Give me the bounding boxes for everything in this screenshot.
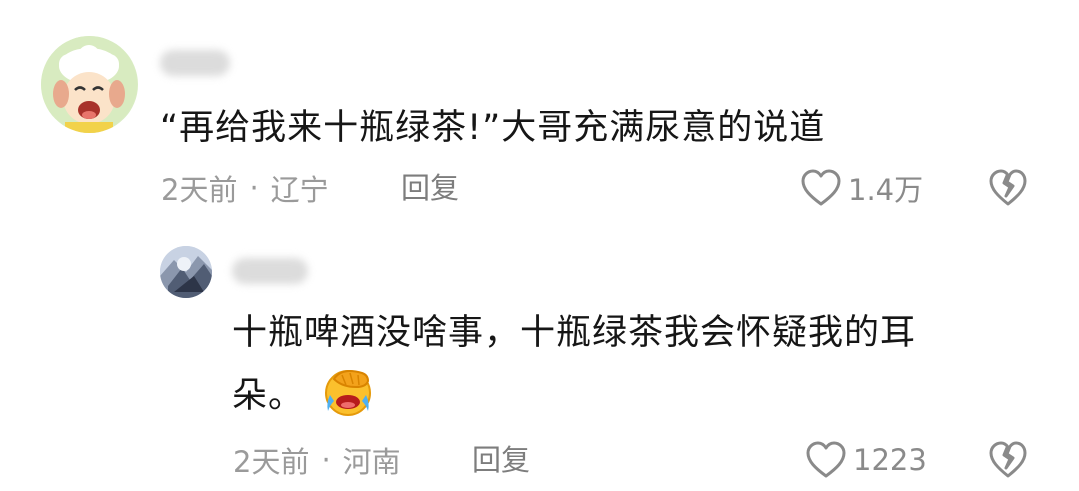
commenter-username-blurred[interactable] xyxy=(160,50,230,76)
replier-username-blurred[interactable] xyxy=(232,258,308,284)
comment-text: “再给我来十瓶绿茶!”大哥充满尿意的说道 xyxy=(160,108,826,148)
comment-location: 辽宁 xyxy=(270,173,329,207)
replier-avatar[interactable] xyxy=(160,246,212,298)
reply-text-line-2-text: 朵。 xyxy=(232,376,305,416)
reply-like-count: 1223 xyxy=(853,443,927,477)
user-photo-avatar-icon xyxy=(160,246,212,298)
comment-dislike-button[interactable] xyxy=(988,168,1028,212)
face-palm-laughing-emoji xyxy=(320,365,376,434)
comment-time: 2天前 xyxy=(161,173,238,207)
reply-text-line-2: 朵。 xyxy=(232,365,1012,425)
comment-reply-button[interactable]: 回复 xyxy=(401,168,459,208)
comment-like-button[interactable]: 1.4万 xyxy=(800,166,923,210)
reply-like-button[interactable]: 1223 xyxy=(805,438,927,482)
commenter-avatar[interactable] xyxy=(41,36,138,133)
heart-icon xyxy=(806,441,846,478)
comment-meta: 2天前 · 辽宁 xyxy=(161,168,329,208)
reply-meta: 2天前 · 河南 xyxy=(233,440,401,480)
broken-heart-icon xyxy=(989,169,1027,206)
reply-text-line-1: 十瓶啤酒没啥事，十瓶绿茶我会怀疑我的耳 xyxy=(232,313,917,353)
reply-text: 十瓶啤酒没啥事，十瓶绿茶我会怀疑我的耳 朵。 xyxy=(232,305,1012,425)
broken-heart-icon xyxy=(989,441,1027,478)
meta-separator: · xyxy=(249,171,259,205)
reply-dislike-button[interactable] xyxy=(988,440,1028,484)
reply-time: 2天前 xyxy=(233,445,310,479)
reply-location: 河南 xyxy=(342,445,401,479)
lazy-sheep-avatar-icon xyxy=(41,36,137,133)
comment-like-count: 1.4万 xyxy=(848,173,924,207)
reply-reply-button[interactable]: 回复 xyxy=(472,440,530,480)
heart-icon xyxy=(801,169,841,206)
meta-separator: · xyxy=(321,443,331,477)
